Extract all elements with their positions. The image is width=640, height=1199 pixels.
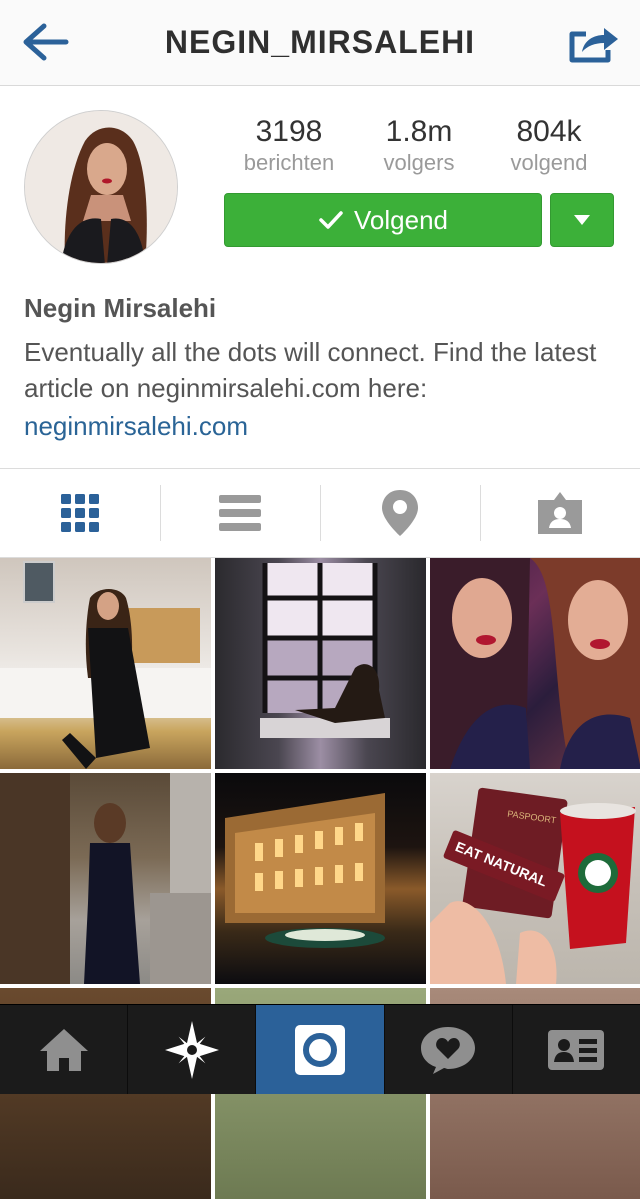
stat-followers[interactable]: 1.8m volgers — [354, 114, 484, 176]
stat-following-count: 804k — [516, 115, 582, 148]
stat-posts-label: berichten — [243, 150, 335, 175]
stat-posts-count: 3198 — [255, 115, 323, 148]
home-icon — [39, 1028, 88, 1071]
photo-thumbnail[interactable] — [215, 558, 426, 769]
profile-bio: Negin Mirsalehi Eventually all the dots … — [24, 292, 620, 446]
share-icon — [569, 28, 618, 63]
photo-window-lake — [260, 563, 390, 738]
stat-followers-count: 1.8m — [385, 115, 453, 148]
follow-options-dropdown[interactable] — [550, 193, 614, 247]
share-button[interactable] — [564, 20, 620, 66]
tab-tagged-photos[interactable] — [480, 469, 640, 557]
photo-woman-on-bed — [0, 561, 211, 769]
list-view-icon — [219, 495, 261, 531]
photo-night-palace — [225, 793, 385, 948]
back-button[interactable] — [18, 20, 74, 64]
stat-following[interactable]: 804k volgend — [484, 114, 614, 176]
following-button[interactable]: Volgend — [224, 193, 542, 247]
photo-thumbnail[interactable]: PASPOORT EAT NATURAL — [430, 773, 640, 984]
photo-thumbnail[interactable] — [0, 773, 211, 984]
photo-thumbnail[interactable] — [0, 558, 211, 769]
tab-activity[interactable] — [383, 1005, 512, 1094]
stat-followers-label: volgers — [383, 150, 455, 175]
location-pin-icon — [382, 490, 418, 536]
explore-icon — [164, 1020, 219, 1079]
profile-card-icon — [548, 1029, 605, 1070]
tagged-photos-icon — [538, 492, 582, 534]
bottom-tab-bar — [0, 1004, 640, 1094]
photo-passport-coffee: PASPOORT EAT NATURAL — [430, 787, 636, 984]
stat-posts[interactable]: 3198 berichten — [224, 114, 354, 176]
caret-down-icon — [574, 215, 590, 225]
top-navigation-bar: NEGIN_MIRSALEHI — [0, 0, 640, 86]
back-arrow-icon — [23, 23, 69, 61]
tab-camera[interactable] — [255, 1005, 384, 1094]
page-title: NEGIN_MIRSALEHI — [164, 24, 476, 60]
tab-list-view[interactable] — [160, 469, 320, 557]
checkmark-icon — [319, 211, 343, 229]
activity-heart-icon — [421, 1026, 476, 1074]
profile-avatar[interactable] — [24, 110, 178, 264]
profile-bio-text: Eventually all the dots will connect. Fi… — [24, 337, 597, 403]
tab-home[interactable] — [0, 1005, 127, 1094]
photo-thumbnail[interactable] — [215, 773, 426, 984]
profile-full-name: Negin Mirsalehi — [24, 293, 217, 323]
camera-icon — [295, 1024, 345, 1075]
stat-following-label: volgend — [510, 150, 588, 175]
tab-photo-map[interactable] — [320, 469, 480, 557]
photo-street-outfit — [0, 773, 211, 984]
following-button-label: Volgend — [354, 204, 448, 235]
photo-double-portrait — [430, 558, 640, 769]
tab-explore[interactable] — [127, 1005, 255, 1094]
photo-thumbnail[interactable] — [430, 558, 640, 769]
tab-grid-view[interactable] — [0, 469, 160, 557]
avatar-photo — [25, 111, 177, 263]
profile-website-link[interactable]: neginmirsalehi.com — [24, 406, 620, 446]
grid-view-icon — [61, 494, 99, 532]
profile-view-tabs — [0, 468, 640, 558]
tab-profile[interactable] — [511, 1005, 640, 1094]
